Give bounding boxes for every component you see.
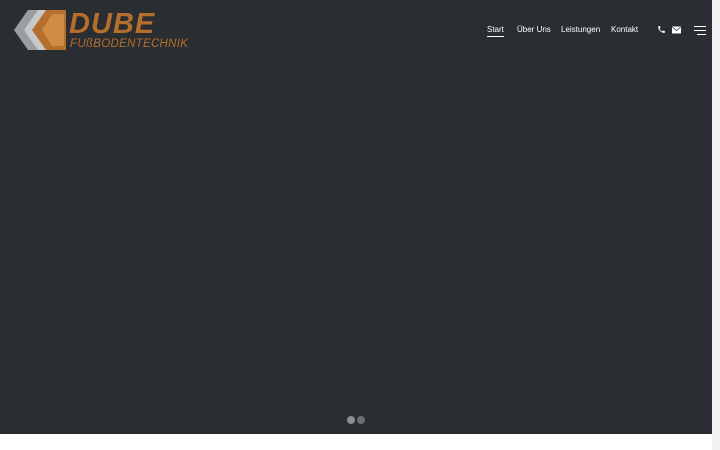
logo-name: DUBE bbox=[69, 8, 156, 40]
nav-link-leistungen[interactable]: Leistungen bbox=[561, 25, 600, 35]
mail-icon[interactable] bbox=[672, 26, 681, 34]
logo-mark-icon bbox=[14, 10, 66, 50]
nav-link-kontakt[interactable]: Kontakt bbox=[611, 25, 638, 35]
logo-tagline: FUßBODENTECHNIK bbox=[70, 38, 189, 50]
nav-link-start[interactable]: Start bbox=[487, 25, 504, 37]
slider-dot-1[interactable] bbox=[347, 416, 355, 424]
page-scrollbar[interactable] bbox=[712, 0, 720, 450]
site-logo[interactable]: DUBE FUßBODENTECHNIK bbox=[12, 8, 188, 52]
site-header: DUBE FUßBODENTECHNIK Start Über Uns Leis… bbox=[0, 0, 712, 62]
hero-slider: DUBE FUßBODENTECHNIK Start Über Uns Leis… bbox=[0, 0, 712, 434]
menu-icon[interactable] bbox=[694, 26, 706, 35]
nav-link-ueber-uns[interactable]: Über Uns bbox=[517, 25, 551, 35]
slider-pagination bbox=[347, 416, 367, 425]
slider-dot-2[interactable] bbox=[357, 416, 365, 424]
phone-icon[interactable] bbox=[657, 25, 666, 34]
